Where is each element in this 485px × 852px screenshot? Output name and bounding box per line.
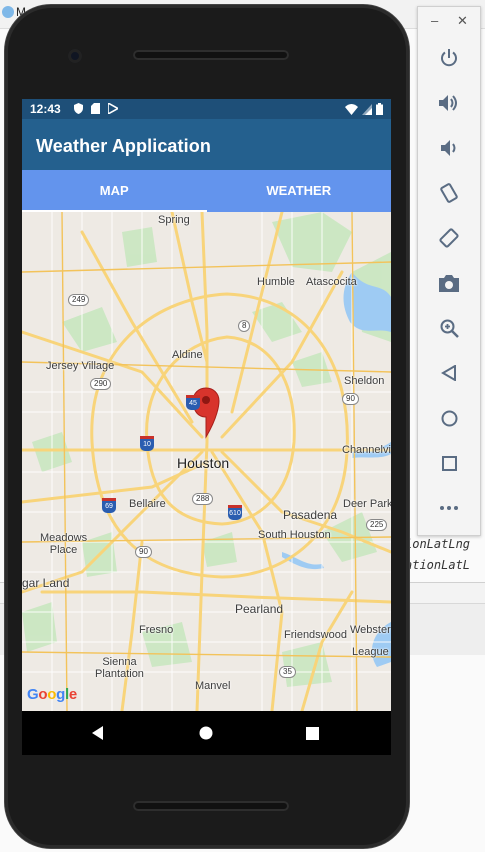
map-label-jersey-village: Jersey Village [46,360,115,372]
highway-shield-alt-90: 90 [135,546,152,558]
minimize-button[interactable]: – [431,13,438,28]
ide-code-fragment-1: ionLatLng [405,537,471,551]
back-triangle-icon [92,726,103,740]
recents-button[interactable] [292,711,332,755]
battery-icon [376,103,383,115]
map-label-meadows-place: Meadows Place [40,532,88,556]
earpiece-speaker [133,50,289,60]
map-label-aldine: Aldine [172,349,203,361]
volume-down-icon [441,140,456,156]
map-label-bellaire: Bellaire [129,498,166,510]
ide-code-fragment-2: ationLatL [405,558,471,572]
map-label-sheldon: Sheldon [344,375,385,387]
home-control-button[interactable] [434,403,464,433]
status-time: 12:43 [30,102,61,116]
cell-signal-icon [362,103,372,115]
volume-up-icon [439,95,457,111]
overview-control-button[interactable] [434,448,464,478]
recents-square-icon [305,726,319,740]
rotate-left-button[interactable] [434,178,464,208]
interstate-shield-10: 10 [140,436,154,451]
map-label-humble: Humble [257,276,295,288]
map-label-manvel: Manvel [195,680,231,692]
screenshot-button[interactable] [434,268,464,298]
app-title: Weather Application [36,136,211,156]
back-outline-icon [441,365,456,381]
interstate-shield-45: 45 [186,395,200,410]
map-label-deer-park: Deer Park [343,498,391,510]
rotate-left-icon [440,183,458,203]
power-icon [441,49,457,67]
map-label-pasadena: Pasadena [283,508,338,522]
highway-shield-288: 288 [192,493,214,505]
highway-shield-35: 35 [279,666,296,678]
more-horizontal-icon [440,506,458,510]
map-label-sugar-land: gar Land [22,576,70,590]
map-label-south-houston: South Houston [258,529,331,541]
rotate-right-icon [439,228,459,248]
map-label-pearland: Pearland [235,602,284,616]
device-screen: 12:43 Weather Application MAP WEATHER Sp… [22,99,391,711]
rotate-right-button[interactable] [434,223,464,253]
map-label-houston: Houston [177,455,230,471]
sd-card-icon [91,103,100,114]
front-camera [68,49,82,63]
map-label-friendswood: Friendswood [284,629,347,641]
tab-map[interactable]: MAP [22,170,207,212]
map-label-fresno: Fresno [139,624,174,636]
home-circle-icon [199,726,213,740]
wifi-icon [345,103,358,115]
highway-shield-290: 290 [90,378,112,390]
map-view[interactable]: Spring Humble Atascocita Aldine Jersey V… [22,212,391,711]
camera-icon [439,274,459,292]
app-toolbar: Weather Application [22,119,391,170]
map-label-sienna-plantation: Sienna Plantation [95,656,144,680]
tab-weather[interactable]: WEATHER [207,170,392,212]
close-panel-button[interactable]: ✕ [457,13,468,29]
google-attribution-logo: Google [27,686,77,703]
power-button[interactable] [434,43,464,73]
status-bar: 12:43 [22,99,391,119]
map-label-webster: Webster [350,624,391,636]
highway-shield-90: 90 [342,393,359,405]
ide-logo-icon [2,6,14,18]
bottom-speaker [133,801,289,811]
emulator-control-panel: – ✕ [417,6,481,536]
interstate-shield-610: 610 [228,505,242,520]
volume-up-button[interactable] [434,88,464,118]
zoom-in-icon [440,319,459,338]
android-navigation-bar [22,711,391,755]
home-button[interactable] [186,711,226,755]
map-label-league: League [352,646,389,658]
highway-shield-225: 225 [366,519,388,531]
back-control-button[interactable] [434,358,464,388]
back-button[interactable] [78,711,118,755]
shield-notification-icon [74,103,83,114]
home-outline-icon [441,410,457,426]
interstate-shield-69: 69 [102,498,116,513]
map-label-spring: Spring [158,214,190,226]
overview-outline-icon [441,455,457,471]
more-options-button[interactable] [434,493,464,523]
map-label-atascocita: Atascocita [306,276,357,288]
play-store-icon [108,103,118,114]
tab-bar: MAP WEATHER [22,170,391,212]
map-label-channelview: Channelview [342,444,391,456]
volume-down-button[interactable] [434,133,464,163]
zoom-button[interactable] [434,313,464,343]
highway-shield-249: 249 [68,294,90,306]
